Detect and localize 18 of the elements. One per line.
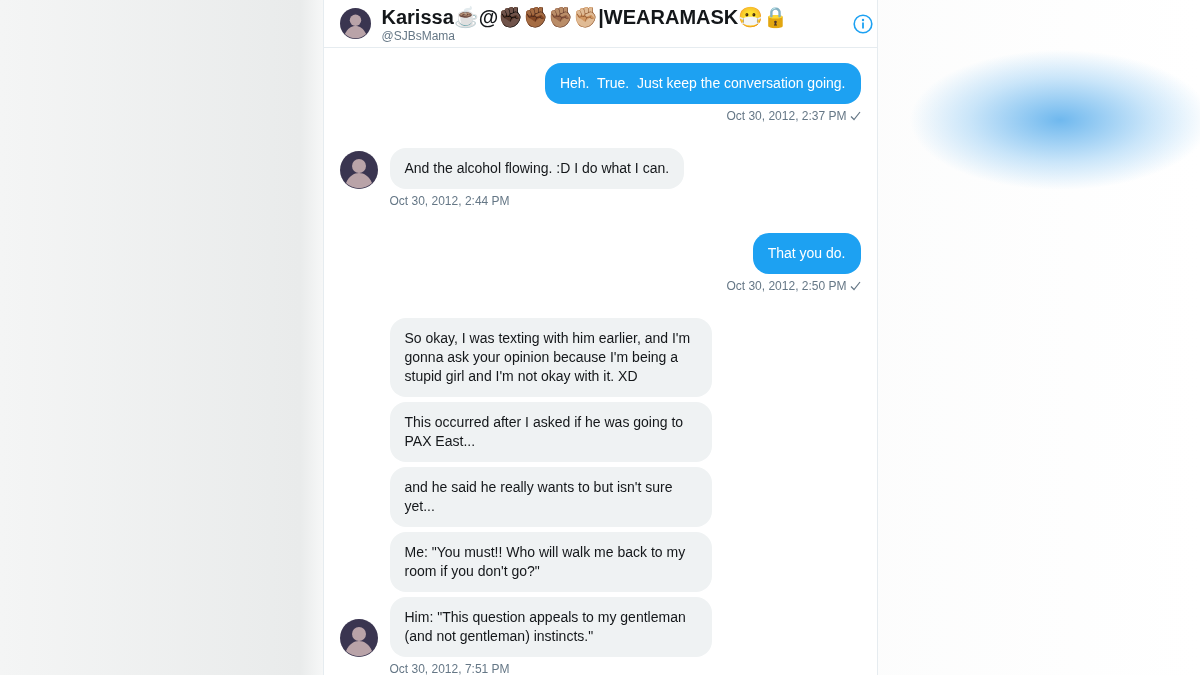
message-bubble: And the alcohol flowing. :D I do what I can.: [389, 148, 685, 189]
message-timestamp: Oct 30, 2012, 7:51 PM: [389, 662, 510, 675]
message-bubble: and he said he really wants to but isn't sure yet...: [389, 467, 712, 527]
info-icon[interactable]: [852, 13, 873, 34]
contact-name: Karissa☕@✊🏿✊🏾✊🏽✊🏼|WEARAMASK😷🔒: [381, 4, 790, 29]
message-bubble: That you do.: [752, 233, 861, 274]
message-bubble: So okay, I was texting with him earlier, and I'm gonna ask your opinion because I'm being a stupid girl and I'm not okay with it. XD: [389, 318, 712, 397]
avatar-icon: [339, 8, 371, 39]
message-timestamp: Oct 30, 2012, 2:44 PM: [389, 194, 510, 208]
avatar-icon: [339, 619, 378, 657]
avatar-icon: [339, 151, 378, 189]
message-bubble: Me: "You must!! Who will walk me back to my room if you don't go?": [389, 532, 712, 592]
message-timestamp: Oct 30, 2012, 2:37 PM: [726, 109, 847, 123]
message-timestamp: Oct 30, 2012, 2:50 PM: [726, 279, 847, 293]
message-bubble: Heh. True. Just keep the conversation going.: [544, 63, 861, 104]
message-bubble: This occurred after I asked if he was going to PAX East...: [389, 402, 712, 462]
contact-handle: @SJBsMama: [381, 28, 457, 43]
message-bubble: Him: "This question appeals to my gentleman (and not gentleman) instincts.": [389, 597, 712, 657]
